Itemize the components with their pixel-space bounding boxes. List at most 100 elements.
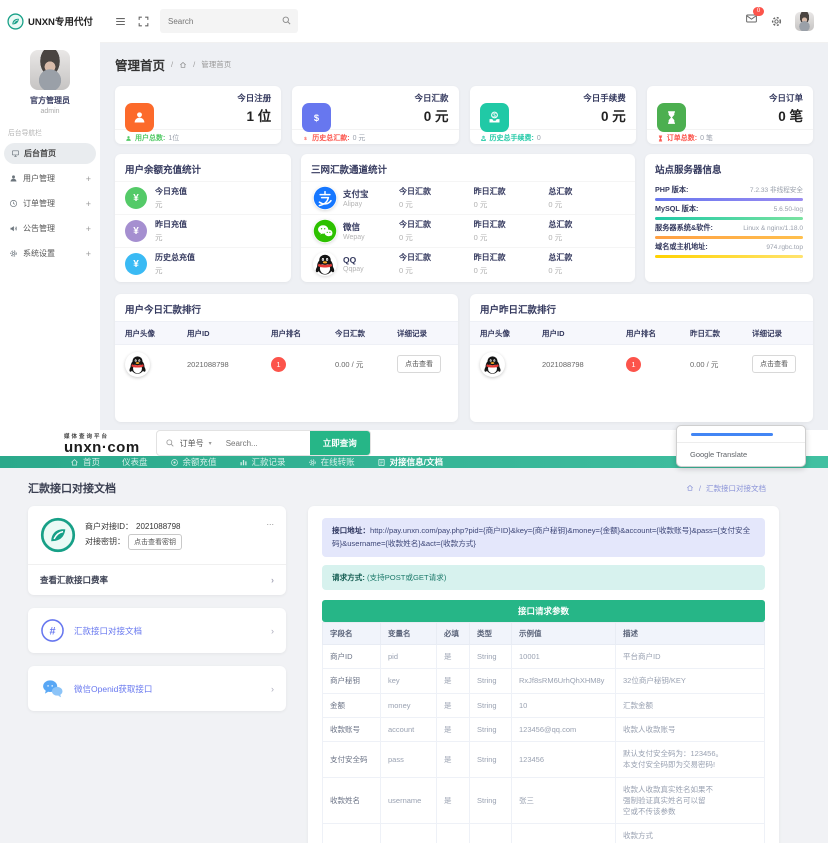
- sidebar-item-announcements[interactable]: 公告管理 +: [0, 216, 100, 241]
- app-logo[interactable]: UNXN专用代付: [0, 0, 100, 42]
- admin-dashboard: UNXN专用代付 官方管理员 admin 后台导航栏 后台首页 用户管理 + 订…: [0, 0, 828, 430]
- server-label: 服务器系统&软件:: [655, 223, 713, 233]
- stat-footer-label: 历史总汇款:: [312, 133, 349, 143]
- recharge-label: 昨日充值: [155, 219, 187, 230]
- server-value: 7.2.33 非线程安全: [750, 184, 803, 194]
- col-label: 今日汇款: [399, 186, 474, 197]
- server-label: 域名或主机地址:: [655, 242, 708, 252]
- view-details-button[interactable]: 点击查看: [397, 355, 441, 373]
- col-value: 0 元: [548, 265, 623, 276]
- dollar-icon: [302, 103, 331, 132]
- col-header: 描述: [616, 623, 765, 645]
- col-value: 0 元: [474, 265, 549, 276]
- order-search-input[interactable]: [220, 439, 310, 448]
- megaphone-icon: [9, 224, 18, 233]
- param-row-act: 收款方式act是Stringalipay收款方式 alipay = 支付宝 qq…: [323, 824, 765, 843]
- search-type-select[interactable]: 订单号 ▾: [180, 438, 220, 449]
- param-row-money: 金额money是String10汇款金额: [323, 693, 765, 717]
- nav-label: 对接信息/文档: [390, 456, 443, 468]
- api-method-label: 请求方式:: [332, 573, 365, 582]
- search-input[interactable]: [160, 9, 298, 33]
- expand-icon[interactable]: +: [86, 199, 91, 209]
- nav-item-api-docs[interactable]: 对接信息/文档: [377, 456, 443, 468]
- sidebar-item-settings[interactable]: 系统设置 +: [0, 241, 100, 266]
- home-icon[interactable]: [686, 484, 694, 492]
- server-value: 5.6.50-log: [774, 206, 803, 213]
- rank-table-yesterday: 用户昨日汇款排行 用户头像 用户ID 用户排名 昨日汇款 详细记录 202108…: [470, 294, 813, 422]
- col-header: 今日汇款: [335, 328, 397, 339]
- amount: 0.00 / 元: [690, 359, 752, 370]
- stat-footer-label: 订单总数:: [667, 133, 697, 143]
- expand-icon[interactable]: +: [86, 224, 91, 234]
- search-icon[interactable]: [281, 15, 292, 26]
- nav-item-transfer[interactable]: 在线转账: [308, 456, 355, 468]
- wechat-icon: [313, 219, 337, 243]
- fullscreen-icon[interactable]: [137, 15, 150, 28]
- select-value: 订单号: [180, 438, 204, 449]
- admin-name: 官方管理员: [0, 95, 100, 106]
- col-header: 昨日汇款: [690, 328, 752, 339]
- breadcrumb: / 汇款接口对接文档: [686, 483, 766, 494]
- unxn-logo-icon: [40, 517, 76, 553]
- view-rate-link[interactable]: 查看汇款接口费率 ›: [28, 564, 286, 595]
- col-value: 0 元: [399, 232, 474, 243]
- home-icon[interactable]: [179, 61, 187, 69]
- admin-avatar[interactable]: [30, 50, 70, 90]
- expand-icon[interactable]: +: [86, 249, 91, 259]
- user-icon: [9, 174, 18, 183]
- col-value: 0 元: [399, 199, 474, 210]
- sidebar-item-label: 后台首页: [24, 148, 56, 159]
- user-id: 2021088798: [187, 360, 271, 369]
- dashboard-content: 管理首页 / / 管理首页 今日注册 1 位 用户总数: 1位: [100, 43, 828, 430]
- sidebar-item-users[interactable]: 用户管理 +: [0, 166, 100, 191]
- server-row-host: 域名或主机地址:974.rgbc.top: [645, 239, 813, 258]
- stat-title: 今日注册: [115, 86, 281, 104]
- google-translate-popup[interactable]: Google Translate: [676, 425, 806, 467]
- merchant-identity: 商户对接ID： 2021088798 对接密钥： 点击查看密钥 ...: [28, 506, 286, 564]
- view-key-button[interactable]: 点击查看密钥: [128, 534, 182, 550]
- docs-left-column: 商户对接ID： 2021088798 对接密钥： 点击查看密钥 ...: [28, 506, 286, 711]
- chevron-down-icon: ▾: [209, 440, 212, 447]
- expand-icon[interactable]: +: [86, 174, 91, 184]
- topbar-search: [160, 9, 298, 33]
- stat-card-remittance: 今日汇款 0 元 历史总汇款: 0 元: [292, 86, 458, 144]
- hamburger-menu-icon[interactable]: [114, 15, 127, 28]
- amount: 0.00 / 元: [335, 359, 397, 370]
- sidebar-item-orders[interactable]: 订单管理 +: [0, 191, 100, 216]
- channel-row-wechat: 微信 Wepay 今日汇款0 元 昨日汇款0 元 总汇款0 元: [301, 214, 635, 247]
- col-label: 今日汇款: [399, 219, 474, 230]
- settings-gear-icon[interactable]: [770, 15, 783, 28]
- recharge-label: 历史总充值: [155, 252, 195, 263]
- sidebar-item-label: 用户管理: [23, 173, 55, 184]
- breadcrumb-separator: /: [171, 60, 173, 69]
- recharge-stats-card: 用户余额充值统计 今日充值 元 昨日充值 元: [115, 154, 291, 282]
- query-now-button[interactable]: 立即查询: [310, 431, 370, 455]
- sidebar: UNXN专用代付 官方管理员 admin 后台导航栏 后台首页 用户管理 + 订…: [0, 0, 100, 430]
- alipay-icon: [313, 186, 337, 210]
- stat-card-fees: 今日手续费 0 元 历史总手续费: 0: [470, 86, 636, 144]
- nav-item-dashboard[interactable]: 仪表盘: [122, 456, 148, 468]
- nav-item-home[interactable]: 首页: [70, 456, 100, 468]
- stat-card-orders: 今日订单 0 笔 订单总数: 0 笔: [647, 86, 813, 144]
- more-button[interactable]: ...: [266, 517, 274, 527]
- docs-columns: 商户对接ID： 2021088798 对接密钥： 点击查看密钥 ...: [28, 506, 800, 843]
- translate-label: Google Translate: [690, 450, 747, 459]
- col-label: 总汇款: [548, 252, 623, 263]
- menu-card-api-docs[interactable]: 汇款接口对接文档 ›: [28, 608, 286, 653]
- nav-item-records[interactable]: 汇款记录: [239, 456, 286, 468]
- merchant-id-label: 商户对接ID：: [85, 521, 133, 532]
- nav-item-recharge[interactable]: 余额充值: [170, 456, 217, 468]
- user-icon: [125, 103, 154, 132]
- hourglass-icon: [657, 135, 664, 142]
- merchant-key-label: 对接密钥：: [85, 536, 125, 547]
- col-header: 用户排名: [271, 328, 335, 339]
- view-details-button[interactable]: 点击查看: [752, 355, 796, 373]
- messages-button[interactable]: 0: [745, 12, 758, 30]
- topbar-avatar[interactable]: [795, 12, 814, 31]
- sidebar-item-home[interactable]: 后台首页: [4, 143, 96, 164]
- col-value: 0 元: [548, 232, 623, 243]
- col-header: 字段名: [323, 623, 381, 645]
- menu-card-openid[interactable]: 微信Openid获取接口 ›: [28, 666, 286, 711]
- unxn-brand[interactable]: 媒体查询平台 unxn·com: [64, 432, 140, 455]
- col-label: 昨日汇款: [474, 252, 549, 263]
